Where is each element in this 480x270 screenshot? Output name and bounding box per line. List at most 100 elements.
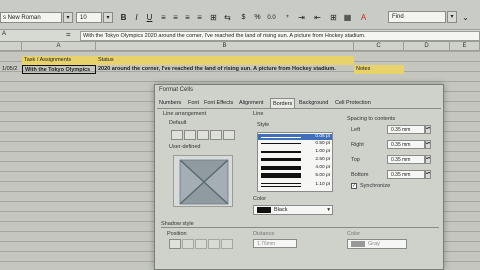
color-swatch — [257, 207, 271, 213]
number-format-icon[interactable]: 0.0 — [266, 13, 277, 23]
default-label: Default — [169, 120, 187, 126]
synchronize-checkbox[interactable]: ✓ — [351, 183, 357, 189]
line-style-item[interactable]: 1.10 pt — [258, 182, 332, 188]
tab-alignment[interactable]: Alignment — [239, 98, 263, 108]
cell-selected-task[interactable]: With the Tokyo Olympics — [22, 65, 96, 74]
column-header-a[interactable]: A — [22, 42, 96, 51]
top-label: Top — [351, 157, 360, 163]
line-style-item[interactable]: 5.00 pt — [258, 173, 332, 179]
column-header-d[interactable]: D — [404, 42, 450, 51]
shadow-bottom-right-button[interactable] — [182, 239, 194, 249]
cell-notes-header[interactable]: Notes — [354, 65, 404, 74]
formula-input[interactable]: With the Tokyo Olympics 2020 around the … — [80, 31, 480, 41]
left-spacing-input[interactable]: 0.35 mm — [387, 125, 425, 134]
style-label: Style — [257, 122, 270, 128]
percent-icon[interactable]: % — [252, 13, 263, 23]
bottom-spacing-input[interactable]: 0.35 mm — [387, 170, 425, 179]
bottom-spin-button[interactable]: ▴▾ — [425, 170, 431, 179]
background-color-icon[interactable]: ▦ — [342, 13, 353, 23]
currency-icon[interactable]: $ — [238, 13, 249, 23]
line-style-item[interactable]: 2.50 pt — [258, 157, 332, 163]
right-spin-button[interactable]: ▴▾ — [425, 140, 431, 149]
font-name-dropdown[interactable]: ▾ — [63, 12, 73, 23]
cell-reference[interactable]: A — [2, 31, 6, 37]
line-style-item[interactable]: 0.05 pt — [258, 134, 332, 140]
cell-date[interactable]: 1/05/2 — [0, 65, 22, 74]
font-size-dropdown[interactable]: ▾ — [103, 12, 113, 23]
shadow-color-select[interactable]: Gray — [347, 239, 407, 249]
find-dropdown[interactable]: ▾ — [447, 11, 457, 23]
preset-outer[interactable] — [210, 130, 222, 140]
spacing-title: Spacing to contents — [347, 116, 396, 122]
font-size-box[interactable]: 10 — [76, 12, 102, 23]
chevron-down-icon: ▾ — [327, 207, 330, 213]
shadow-color-label: Color — [347, 231, 361, 237]
italic-button[interactable]: I — [131, 13, 142, 23]
left-label: Left — [351, 127, 361, 133]
preset-box[interactable] — [184, 130, 196, 140]
preset-diagonal[interactable] — [223, 130, 235, 140]
shadow-color-value: Gray — [368, 241, 380, 247]
align-center-icon[interactable]: ≡ — [170, 13, 181, 23]
font-name-box[interactable]: s New Roman — [0, 12, 62, 23]
bottom-label: Bottom — [351, 172, 369, 178]
top-spin-button[interactable]: ▴▾ — [425, 155, 431, 164]
preset-box-inner[interactable] — [197, 130, 209, 140]
position-label: Position — [167, 231, 187, 237]
preset-none[interactable] — [171, 130, 183, 140]
merge-cells-icon[interactable]: ⊞ — [208, 13, 219, 23]
line-style-item[interactable]: 1.00 pt — [258, 149, 332, 155]
decimal-add-icon[interactable]: ⁺ — [282, 13, 293, 23]
shadow-none-button[interactable] — [169, 239, 181, 249]
line-title: Line — [253, 111, 264, 117]
outdent-icon[interactable]: ⇤ — [312, 13, 323, 23]
justify-icon[interactable]: ≡ — [194, 13, 205, 23]
right-spacing-input[interactable]: 0.35 mm — [387, 140, 425, 149]
tab-borders[interactable]: Borders — [270, 98, 296, 108]
line-style-item[interactable]: 0.50 pt — [258, 141, 332, 147]
shadow-bottom-left-button[interactable] — [208, 239, 220, 249]
bold-button[interactable]: B — [118, 13, 129, 23]
color-value: Black — [274, 207, 288, 213]
cell-status-header[interactable]: Status — [96, 56, 354, 65]
cell-task-header[interactable]: Task / Assignments — [22, 56, 96, 65]
top-spacing-input[interactable]: 0.35 mm — [387, 155, 425, 164]
font-color-icon[interactable]: A — [358, 13, 369, 23]
align-left-icon[interactable]: ≡ — [158, 13, 169, 23]
cell-overflow-text[interactable]: 2020 around the corner, I've reached the… — [96, 65, 354, 74]
indent-icon[interactable]: ⇥ — [296, 13, 307, 23]
function-wizard-icon[interactable]: = — [66, 30, 71, 39]
align-right-icon[interactable]: ≡ — [182, 13, 193, 23]
line-style-item[interactable]: 4.00 pt — [258, 165, 332, 171]
find-input[interactable]: Find — [388, 11, 446, 23]
line-color-select[interactable]: Black ▾ — [253, 205, 333, 215]
user-defined-label: User-defined — [169, 144, 201, 150]
tab-font-effects[interactable]: Font Effects — [204, 98, 233, 108]
tab-numbers[interactable]: Numbers — [159, 98, 181, 108]
borders-icon[interactable]: ⊞ — [328, 13, 339, 23]
column-header-e[interactable]: E — [450, 42, 480, 51]
tab-divider — [157, 108, 441, 109]
shadow-top-right-button[interactable] — [195, 239, 207, 249]
tab-cell-protection[interactable]: Cell Protection — [335, 98, 371, 108]
underline-button[interactable]: U — [144, 13, 155, 23]
wrap-text-icon[interactable]: ⇆ — [222, 13, 233, 23]
dialog-title: Format Cells — [159, 87, 194, 93]
shadow-top-left-button[interactable] — [221, 239, 233, 249]
tab-font[interactable]: Font — [188, 98, 199, 108]
line-arrangement-title: Line arrangement — [163, 111, 207, 117]
border-preview-graphic — [179, 159, 229, 205]
border-preview[interactable] — [173, 155, 233, 207]
left-spin-button[interactable]: ▴▾ — [425, 125, 431, 134]
line-style-list[interactable]: 0.05 pt 0.50 pt 1.00 pt 2.50 pt 4.00 pt … — [257, 132, 333, 192]
shadow-divider — [161, 227, 439, 228]
column-header-c[interactable]: C — [354, 42, 404, 51]
synchronize-label: Synchronize — [360, 183, 391, 189]
format-cells-dialog: Format Cells Numbers Font Font Effects A… — [154, 84, 444, 270]
tab-background[interactable]: Background — [299, 98, 328, 108]
column-header-b[interactable]: B — [96, 42, 354, 51]
distance-input[interactable]: 1.76mm — [253, 239, 297, 248]
row-header-corner[interactable] — [0, 42, 22, 51]
right-label: Right — [351, 142, 364, 148]
find-next-icon[interactable]: ⌄ — [460, 13, 471, 23]
